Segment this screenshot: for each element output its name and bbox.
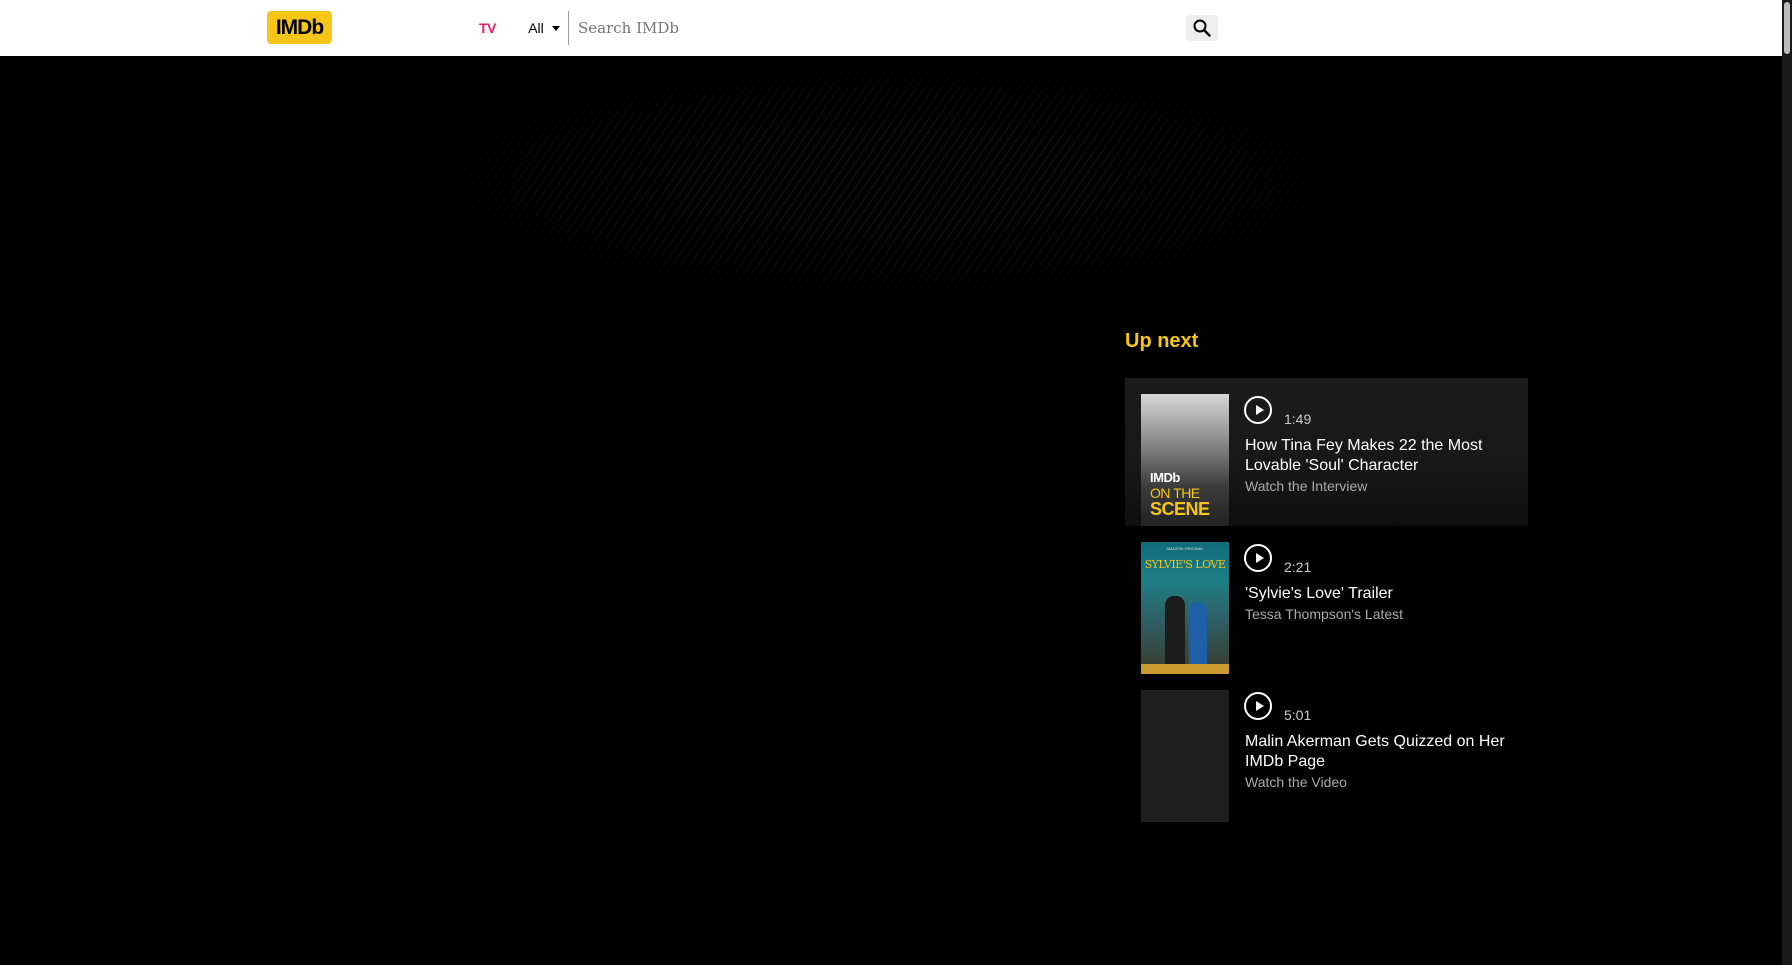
- up-next-item[interactable]: 5:01 Malin Akerman Gets Quizzed on Her I…: [1125, 674, 1528, 822]
- thumbnail-top-text: AMAZON ORIGINAL: [1166, 546, 1204, 551]
- up-next-item[interactable]: AMAZON ORIGINAL SYLVIE'S LOVE 2:21 'Sylv…: [1125, 526, 1528, 674]
- video-subtitle: Watch the Video: [1245, 774, 1347, 790]
- page-scrollbar[interactable]: [1782, 0, 1792, 965]
- video-title[interactable]: Malin Akerman Gets Quizzed on Her IMDb P…: [1245, 732, 1515, 772]
- thumbnail-figure-man: [1165, 596, 1185, 672]
- play-icon[interactable]: [1244, 544, 1272, 572]
- video-title[interactable]: How Tina Fey Makes 22 the Most Lovable '…: [1245, 436, 1515, 476]
- up-next-item[interactable]: IMDb ON THE SCENE 1:49 How Tina Fey Make…: [1125, 378, 1528, 526]
- thumbnail-title-text: SYLVIE'S LOVE: [1144, 558, 1226, 571]
- up-next-list: IMDb ON THE SCENE 1:49 How Tina Fey Make…: [1125, 378, 1528, 822]
- play-icon[interactable]: [1244, 396, 1272, 424]
- video-duration: 1:49: [1284, 411, 1312, 427]
- video-duration: 5:01: [1284, 707, 1312, 723]
- thumbnail-scene-text: SCENE: [1150, 499, 1210, 519]
- imdb-logo[interactable]: IMDb: [267, 11, 332, 44]
- search-button[interactable]: [1186, 15, 1218, 41]
- caret-down-icon: [551, 25, 560, 31]
- video-subtitle: Tessa Thompson's Latest: [1245, 606, 1404, 622]
- video-thumbnail[interactable]: [1141, 690, 1229, 822]
- thumbnail-bottom-strip: [1141, 664, 1229, 674]
- video-thumbnail[interactable]: IMDb ON THE SCENE: [1141, 394, 1229, 526]
- tv-logo[interactable]: TV: [479, 20, 496, 36]
- video-duration: 2:21: [1284, 559, 1312, 575]
- video-subtitle: Watch the Interview: [1245, 478, 1368, 494]
- video-title[interactable]: 'Sylvie's Love' Trailer: [1245, 584, 1515, 604]
- top-navigation-bar: IMDb TV All: [0, 0, 1782, 56]
- scrollbar-thumb[interactable]: [1784, 2, 1790, 54]
- video-player-background: [400, 56, 1380, 306]
- video-thumbnail[interactable]: AMAZON ORIGINAL SYLVIE'S LOVE: [1141, 542, 1229, 674]
- search-input[interactable]: [572, 11, 1162, 45]
- play-icon[interactable]: [1244, 692, 1272, 720]
- thumbnail-imdb-text: IMDb: [1150, 470, 1180, 485]
- search-category-dropdown[interactable]: All: [520, 11, 569, 45]
- up-next-heading: Up next: [1125, 330, 1199, 352]
- search-icon: [1193, 19, 1211, 37]
- thumbnail-figure-woman: [1189, 602, 1207, 672]
- search-category-label: All: [528, 20, 544, 36]
- search-bar: All: [520, 11, 1219, 45]
